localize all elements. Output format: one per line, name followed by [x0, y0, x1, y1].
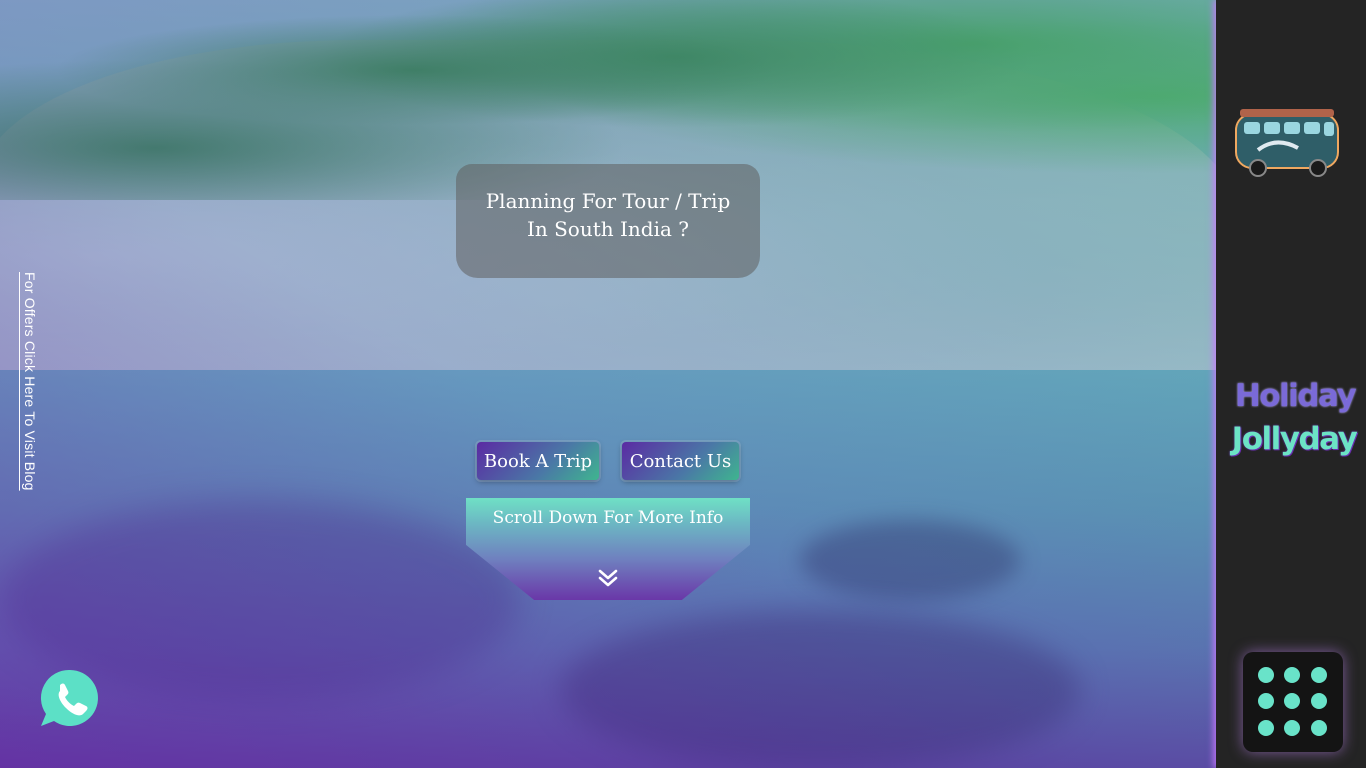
brand-holiday: Holiday [1234, 378, 1357, 414]
headline-text: Planning For Tour / Trip In South India … [485, 189, 731, 241]
grid-menu-button[interactable] [1243, 652, 1343, 752]
book-trip-button[interactable]: Book A Trip [477, 442, 599, 480]
blog-link[interactable]: For Offers Click Here To Visit Blog [22, 272, 38, 491]
phone-icon[interactable] [40, 668, 100, 728]
color-overlay [0, 0, 1216, 768]
scroll-down-label: Scroll Down For More Info [492, 508, 724, 528]
bus-icon[interactable] [1230, 106, 1344, 180]
sidebar: Holiday Jollyday [1216, 0, 1366, 768]
brand-jollyday: Jollyday [1231, 421, 1358, 457]
headline-card: Planning For Tour / Trip In South India … [456, 164, 760, 278]
contact-us-button[interactable]: Contact Us [622, 442, 739, 480]
background-scene [0, 0, 1216, 768]
double-chevron-down-icon [598, 569, 618, 587]
